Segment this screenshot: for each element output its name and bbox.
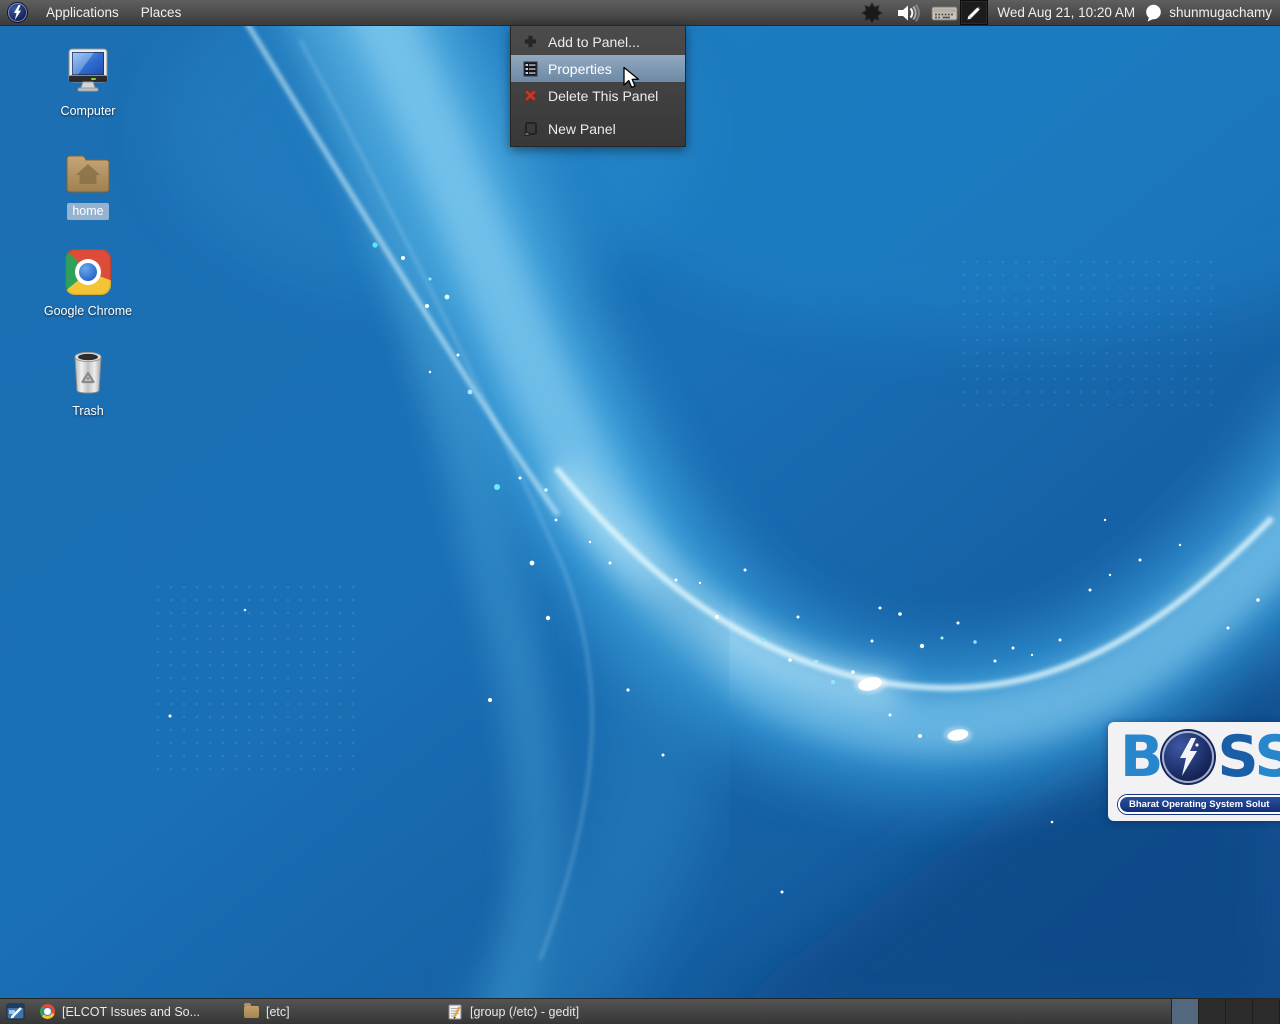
task-gedit[interactable]: [group (/etc) - gedit]: [442, 999, 646, 1024]
menu-places[interactable]: Places: [130, 0, 193, 25]
add-plus-icon: [521, 33, 539, 51]
computer-icon: [64, 45, 112, 95]
new-panel-icon: [521, 120, 539, 138]
clock[interactable]: Wed Aug 21, 10:20 AM: [997, 5, 1135, 20]
chrome-icon: [40, 1004, 55, 1019]
desktop-icon-trash[interactable]: Trash: [38, 345, 138, 445]
chrome-icon: [65, 245, 111, 295]
desktop-icon-label: Computer: [56, 103, 121, 120]
task-etc-folder[interactable]: [etc]: [238, 999, 442, 1024]
user-menu[interactable]: shunmugachamy: [1145, 4, 1272, 22]
menu-item-label: Add to Panel...: [548, 34, 640, 50]
boss-menu-logo-icon[interactable]: [8, 3, 27, 22]
desktop-icon-label: Trash: [67, 403, 109, 420]
boss-letter-b: B: [1120, 727, 1159, 787]
bottom-panel: [ELCOT Issues and So... [etc] [group (/e…: [0, 998, 1280, 1024]
show-desktop-icon: [6, 1003, 25, 1020]
workspace-1[interactable]: [1172, 999, 1199, 1024]
menu-item-properties[interactable]: Properties: [511, 55, 685, 82]
task-label: [etc]: [266, 1005, 290, 1019]
lightning-bolt-icon: [1175, 738, 1201, 776]
task-elcot-issues[interactable]: [ELCOT Issues and So...: [34, 999, 238, 1024]
wallpaper: [0, 0, 1280, 1024]
show-desktop-button[interactable]: [0, 999, 30, 1024]
menu-item-new-panel[interactable]: New Panel: [511, 115, 685, 142]
workspace-2[interactable]: [1199, 999, 1226, 1024]
keyboard-icon[interactable]: [931, 0, 958, 25]
desktop-icon-label: home: [67, 203, 108, 220]
boss-globe-icon: [1162, 731, 1214, 783]
desktop-icon-google-chrome[interactable]: Google Chrome: [38, 245, 138, 345]
volume-icon[interactable]: [896, 0, 920, 25]
menu-item-add-to-panel[interactable]: Add to Panel...: [511, 28, 685, 55]
gedit-icon: [448, 1004, 463, 1020]
menu-item-delete-this-panel[interactable]: Delete This Panel: [511, 82, 685, 109]
menu-item-label: New Panel: [548, 121, 616, 137]
username: shunmugachamy: [1169, 5, 1272, 20]
panel-context-menu: Add to Panel... Properties: [510, 25, 686, 147]
boss-letter-s2: S: [1255, 727, 1280, 787]
desktop: Applications Places: [0, 0, 1280, 1024]
task-label: [group (/etc) - gedit]: [470, 1005, 579, 1019]
task-label: [ELCOT Issues and So...: [62, 1005, 200, 1019]
delete-x-icon: [521, 87, 539, 105]
properties-icon: [521, 60, 539, 78]
notification-badge-icon[interactable]: [861, 0, 883, 25]
pen-input-icon[interactable]: [960, 0, 988, 25]
boss-banner: Bharat Operating System Solut: [1118, 795, 1280, 814]
desktop-icon-computer[interactable]: Computer: [38, 45, 138, 145]
folder-icon: [244, 1006, 259, 1018]
menu-item-label: Delete This Panel: [548, 88, 658, 104]
top-panel: Applications Places: [0, 0, 1280, 26]
boss-watermark: B S S Bharat Operating System Solut: [1108, 722, 1280, 821]
workspace-3[interactable]: [1226, 999, 1253, 1024]
menu-item-label: Properties: [548, 61, 612, 77]
desktop-icon-label: Google Chrome: [39, 303, 137, 320]
boss-letter-s: S: [1217, 727, 1254, 787]
chat-bubble-icon: [1145, 4, 1162, 22]
home-folder-icon: [63, 145, 113, 195]
trash-icon: [64, 345, 112, 395]
workspace-switcher: [1171, 999, 1280, 1024]
lightning-bolt-icon: [12, 5, 23, 20]
desktop-icon-home[interactable]: home: [38, 145, 138, 245]
workspace-4[interactable]: [1253, 999, 1280, 1024]
menu-applications[interactable]: Applications: [35, 0, 130, 25]
